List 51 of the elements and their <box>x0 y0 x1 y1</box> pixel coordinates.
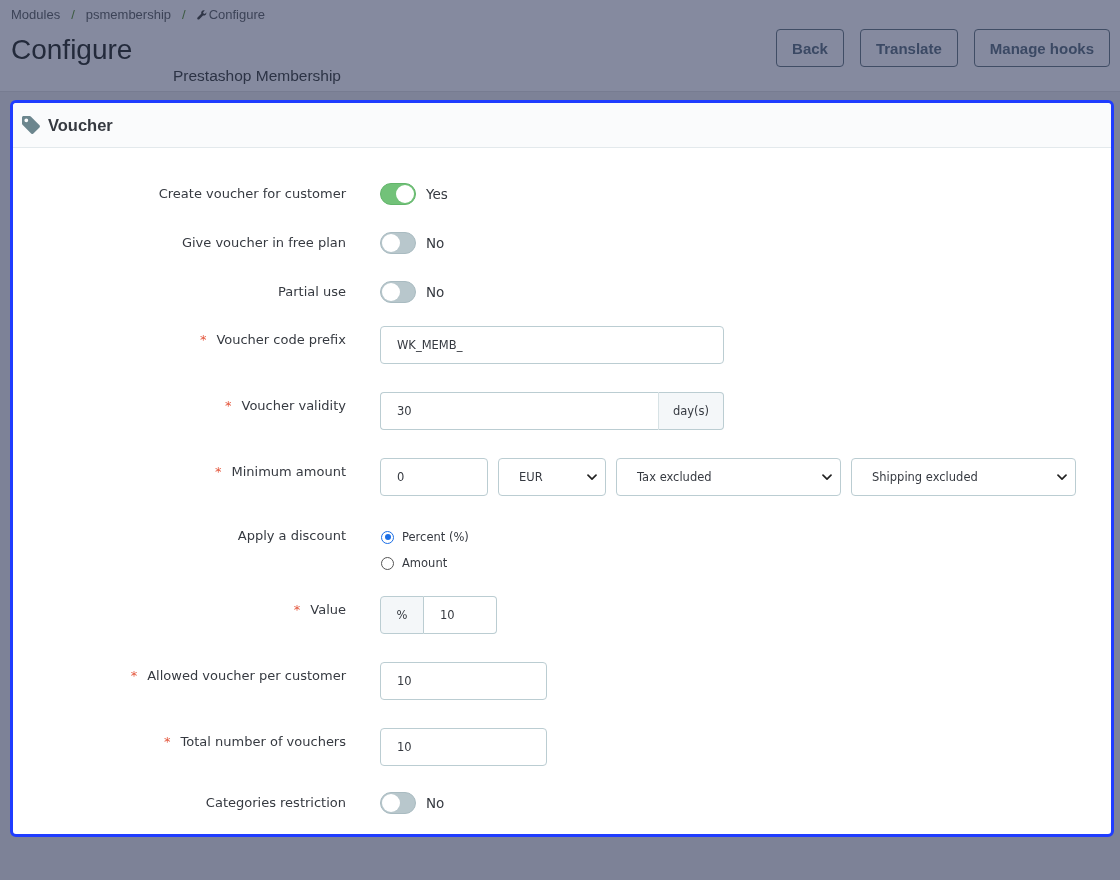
breadcrumb-current: Configure <box>208 7 266 22</box>
field-label: Voucher validity <box>241 398 346 414</box>
toggle-switch[interactable] <box>380 792 416 814</box>
tag-icon <box>22 116 40 134</box>
required-asterisk: * <box>199 332 207 348</box>
radio-label[interactable]: Percent (%) <box>402 530 469 544</box>
toggle-switch[interactable] <box>380 183 416 205</box>
page-title: Configure <box>11 33 133 67</box>
input-field[interactable]: WK_MEMB_ <box>380 326 724 364</box>
input-field[interactable]: 10 <box>380 662 547 700</box>
toggle-switch[interactable] <box>380 281 416 303</box>
switch-state-label: No <box>426 235 445 251</box>
toggle-switch[interactable] <box>380 232 416 254</box>
required-asterisk: * <box>214 464 222 480</box>
radio-button[interactable] <box>381 556 394 570</box>
wrench-icon <box>196 9 207 20</box>
switch-state-label: No <box>426 284 445 300</box>
input-field[interactable]: 0 <box>380 458 488 496</box>
caret-icon <box>822 473 832 481</box>
unit-label: day(s) <box>658 392 724 430</box>
breadcrumb-separator: / <box>71 7 75 22</box>
field-label: Create voucher for customer <box>158 186 346 202</box>
tax-select[interactable]: Tax excluded <box>616 458 841 496</box>
input-field[interactable]: 10 <box>380 728 547 766</box>
required-asterisk: * <box>225 398 232 414</box>
field-label: Allowed voucher per customer <box>147 668 346 684</box>
field-label: Partial use <box>278 284 346 300</box>
required-asterisk: * <box>164 734 171 750</box>
breadcrumb-separator: / <box>182 7 186 22</box>
field-label: Apply a discount <box>237 528 346 544</box>
required-asterisk: * <box>130 668 138 684</box>
unit-label: % <box>380 596 424 634</box>
page-subtitle: Prestashop Membership <box>173 67 341 85</box>
required-asterisk: * <box>293 602 301 618</box>
switch-state-label: No <box>426 795 445 811</box>
switch-state-label: Yes <box>426 186 448 202</box>
field-label: Minimum amount <box>231 464 346 480</box>
field-label: Categories restriction <box>205 795 346 811</box>
currency-select[interactable]: EUR <box>498 458 606 496</box>
field-label: Voucher code prefix <box>216 332 346 348</box>
input-field[interactable]: 30 <box>380 392 658 430</box>
field-label: Value <box>310 602 346 618</box>
caret-icon <box>587 473 597 481</box>
caret-icon <box>1057 473 1067 481</box>
radio-button[interactable] <box>381 530 394 544</box>
radio-label[interactable]: Amount <box>402 556 448 570</box>
field-label: Total number of vouchers <box>180 734 346 750</box>
input-field[interactable]: 10 <box>424 596 497 634</box>
panel-title: Voucher <box>48 115 113 135</box>
shipping-select[interactable]: Shipping excluded <box>851 458 1076 496</box>
field-label: Give voucher in free plan <box>181 235 346 251</box>
